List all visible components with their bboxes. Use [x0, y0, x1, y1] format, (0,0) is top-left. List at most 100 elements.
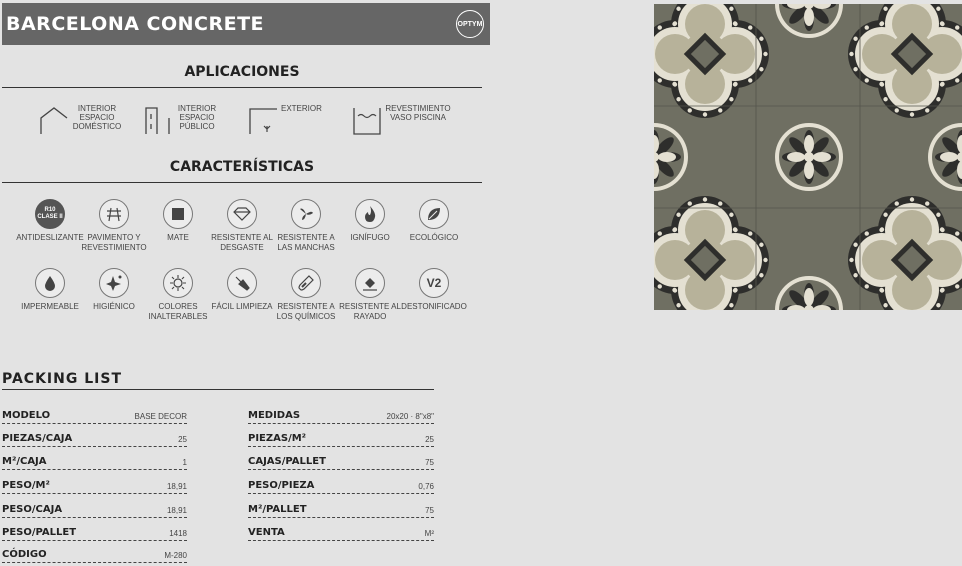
feature-item: RESISTENTE AL RAYADO [336, 268, 404, 322]
packing-key: PIEZAS/CAJA [2, 433, 73, 444]
feature-label: RESISTENTE A LOS QUÍMICOS [276, 302, 336, 321]
feature-item: V2 DESTONIFICADO [400, 268, 468, 312]
sun-icon [163, 268, 193, 298]
leaf-icon [419, 199, 449, 229]
packing-value: M-280 [164, 551, 187, 560]
flask-icon [291, 268, 321, 298]
feature-label: HIGIÉNICO [93, 302, 135, 311]
packing-row: VENTA M² [248, 519, 434, 541]
packing-row: M²/CAJA 1 [2, 448, 187, 470]
title-bar: BARCELONA CONCRETE OPTYM [2, 3, 490, 45]
feature-item: PAVIMENTO Y REVESTIMIENTO [80, 199, 148, 253]
packing-row: MODELO BASE DECOR [2, 402, 187, 424]
packing-value: BASE DECOR [134, 412, 187, 421]
application-item: REVESTIMIENTO VASO PISCINA [351, 104, 451, 136]
packing-value: 18,91 [166, 506, 187, 515]
packing-row: CÓDIGO M-280 [2, 541, 187, 563]
feature-item: RESISTENTE AL DESGASTE [208, 199, 276, 253]
packing-row: MEDIDAS 20x20 · 8"x8" [248, 402, 434, 424]
feature-label: RESISTENTE AL RAYADO [339, 302, 401, 321]
applications-heading: APLICACIONES [184, 64, 300, 80]
packing-value: 75 [425, 506, 434, 515]
feature-label: DESTONIFICADO [401, 302, 467, 311]
packing-row: PESO/PIEZA 0,76 [248, 472, 434, 494]
packing-row: PIEZAS/M² 25 [248, 425, 434, 447]
feature-item: COLORES INALTERABLES [144, 268, 212, 322]
application-item: EXTERIOR [247, 104, 322, 136]
feature-label: ECOLÓGICO [409, 233, 459, 242]
application-item: INTERIOR ESPACIO DOMÉSTICO [38, 104, 122, 136]
packing-key: MODELO [2, 410, 51, 421]
feature-label: MATE [167, 233, 189, 242]
packing-value: 0,76 [418, 482, 434, 491]
packing-row: PESO/M² 18,91 [2, 472, 187, 494]
feature-label: IGNÍFUGO [350, 233, 390, 242]
brand-logo: OPTYM [456, 10, 484, 38]
sparkle-icon [99, 268, 129, 298]
packing-key: CAJAS/PALLET [248, 456, 326, 467]
feature-label: COLORES INALTERABLES [148, 302, 208, 321]
packing-key: M²/CAJA [2, 456, 47, 467]
application-label: REVESTIMIENTO VASO PISCINA [385, 104, 451, 122]
packing-key: VENTA [248, 527, 285, 538]
pool-icon [353, 108, 381, 135]
features-heading: CARACTERÍSTICAS [169, 159, 315, 175]
feature-item: IGNÍFUGO [336, 199, 404, 243]
packing-key: MEDIDAS [248, 410, 301, 421]
packing-value: M² [424, 529, 434, 538]
feature-label: RESISTENTE AL DESGASTE [211, 233, 273, 252]
packing-row: M²/PALLET 75 [248, 496, 434, 518]
packing-key: PESO/PALLET [2, 527, 77, 538]
packing-list-heading: PACKING LIST [2, 371, 122, 387]
packing-row: PESO/PALLET 1418 [2, 519, 187, 541]
divider [2, 182, 482, 183]
application-label: INTERIOR ESPACIO PÚBLICO [177, 104, 217, 131]
feature-item: RESISTENTE A LOS QUÍMICOS [272, 268, 340, 322]
drop-icon [35, 268, 65, 298]
diamond-icon [227, 199, 257, 229]
packing-value: 25 [425, 435, 434, 444]
application-label: INTERIOR ESPACIO DOMÉSTICO [72, 104, 122, 131]
v2-icon: V2 [419, 268, 449, 298]
feature-item: ECOLÓGICO [400, 199, 468, 243]
packing-row: PESO/CAJA 18,91 [2, 496, 187, 518]
application-item: INTERIOR ESPACIO PÚBLICO [143, 104, 217, 136]
house-icon [40, 107, 68, 134]
feature-label: IMPERMEABLE [21, 302, 79, 311]
exterior-icon [249, 108, 277, 134]
scratch-icon [355, 268, 385, 298]
feature-item: R10 CLASE II ANTIDESLIZANTE [16, 199, 84, 243]
building-icon [145, 107, 170, 134]
feature-item: FÁCIL LIMPIEZA [208, 268, 276, 312]
packing-key: PESO/CAJA [2, 504, 63, 515]
flame-icon [355, 199, 385, 229]
packing-row: CAJAS/PALLET 75 [248, 448, 434, 470]
packing-value: 75 [425, 458, 434, 467]
splash-icon [291, 199, 321, 229]
packing-value: 1 [182, 458, 187, 467]
r10-icon: R10 CLASE II [35, 199, 65, 229]
packing-key: PESO/PIEZA [248, 480, 315, 491]
packing-value: 20x20 · 8"x8" [386, 412, 434, 421]
feature-label: ANTIDESLIZANTE [16, 233, 84, 242]
packing-key: PIEZAS/M² [248, 433, 307, 444]
packing-value: 18,91 [166, 482, 187, 491]
grid-icon [99, 199, 129, 229]
feature-item: RESISTENTE A LAS MANCHAS [272, 199, 340, 253]
tile-pattern-image [654, 4, 962, 310]
divider [2, 87, 482, 88]
feature-item: HIGIÉNICO [80, 268, 148, 312]
application-label: EXTERIOR [281, 104, 322, 113]
feature-item: MATE [144, 199, 212, 243]
packing-key: PESO/M² [2, 480, 50, 491]
feature-label: FÁCIL LIMPIEZA [211, 302, 273, 311]
packing-key: M²/PALLET [248, 504, 307, 515]
divider [2, 389, 434, 390]
product-title: BARCELONA CONCRETE [6, 13, 265, 35]
feature-label: RESISTENTE A LAS MANCHAS [277, 233, 335, 252]
feature-label: PAVIMENTO Y REVESTIMIENTO [81, 233, 147, 252]
brush-icon [227, 268, 257, 298]
packing-value: 1418 [169, 529, 187, 538]
square-icon [163, 199, 193, 229]
packing-row: PIEZAS/CAJA 25 [2, 425, 187, 447]
